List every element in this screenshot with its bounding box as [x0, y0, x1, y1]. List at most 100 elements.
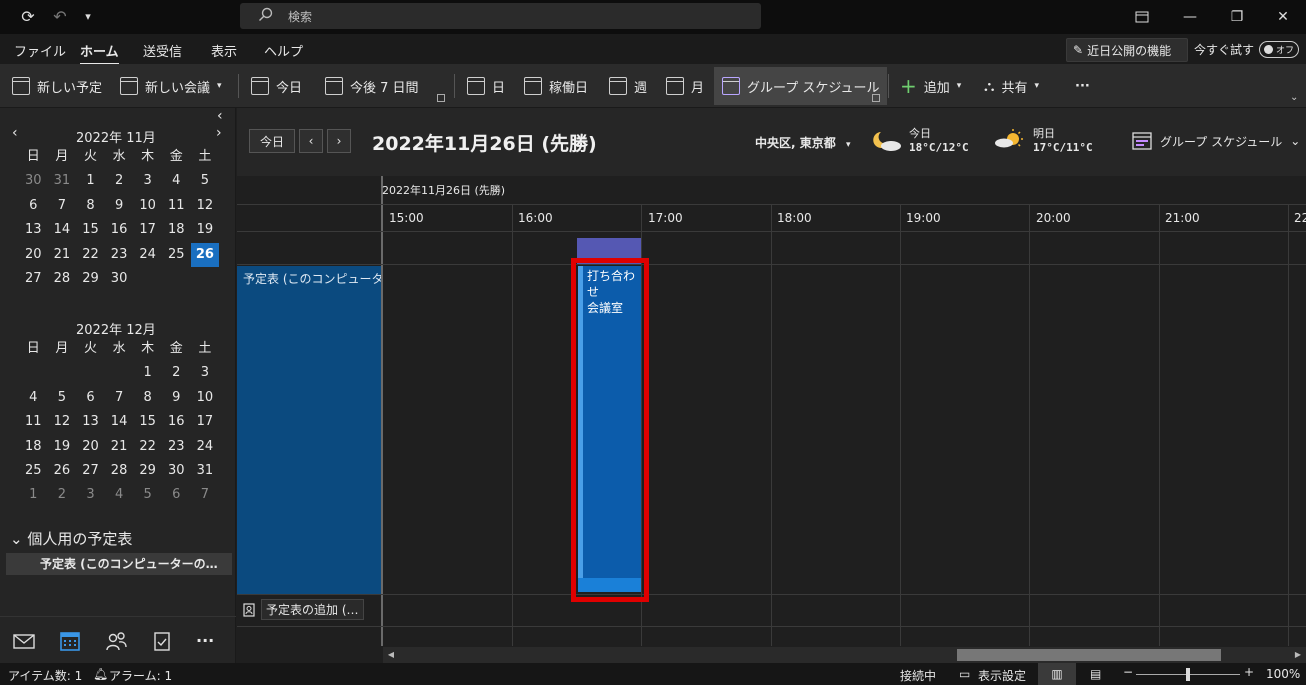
- workweek-view-button[interactable]: 稼働日: [524, 73, 588, 99]
- day-cell[interactable]: 3: [191, 361, 220, 385]
- day-cell[interactable]: 21: [48, 243, 77, 267]
- day-cell[interactable]: 30: [19, 169, 48, 193]
- coming-soon-button[interactable]: ✎ 近日公開の機能: [1066, 38, 1188, 62]
- minimize-button[interactable]: —: [1167, 0, 1213, 34]
- day-cell[interactable]: 23: [162, 435, 191, 459]
- zoom-level[interactable]: 100%: [1266, 667, 1300, 681]
- new-meeting-button[interactable]: 新しい会議 ▾: [120, 73, 222, 99]
- day-cell[interactable]: 27: [76, 459, 105, 483]
- today-view-button[interactable]: 今日: [251, 73, 302, 99]
- dialog-launcher-icon[interactable]: [437, 94, 445, 102]
- day-cell[interactable]: 2: [162, 361, 191, 385]
- day-cell[interactable]: 6: [76, 386, 105, 410]
- schedule-grid[interactable]: 2022年11月26日 (先勝) 15:00 16:00 17:00 18:00…: [237, 176, 1306, 646]
- day-cell[interactable]: 24: [133, 243, 162, 267]
- restore-button[interactable]: ❐: [1214, 0, 1260, 34]
- day-cell[interactable]: 12: [191, 194, 220, 218]
- day-cell[interactable]: 4: [105, 483, 134, 507]
- calendar-icon[interactable]: [58, 630, 82, 652]
- tab-view[interactable]: 表示: [211, 41, 237, 60]
- day-cell[interactable]: 22: [133, 435, 162, 459]
- day-cell[interactable]: 9: [162, 386, 191, 410]
- customize-toolbar-icon[interactable]: ▾: [78, 8, 98, 26]
- day-cell[interactable]: 7: [48, 194, 77, 218]
- day-cell[interactable]: 9: [105, 194, 134, 218]
- day-cell[interactable]: 2: [105, 169, 134, 193]
- day-cell[interactable]: 19: [191, 218, 220, 242]
- calendar-owner-row[interactable]: 予定表 (このコンピューター: [237, 266, 381, 594]
- day-cell[interactable]: 19: [48, 435, 77, 459]
- normal-view-icon[interactable]: ▥: [1038, 663, 1076, 685]
- week-view-button[interactable]: 週: [609, 73, 647, 99]
- day-cell[interactable]: 13: [76, 410, 105, 434]
- day-cell[interactable]: 15: [133, 410, 162, 434]
- day-cell[interactable]: 11: [162, 194, 191, 218]
- alarm-count[interactable]: アラーム: 1: [109, 667, 172, 684]
- day-cell[interactable]: 23: [105, 243, 134, 267]
- day-cell[interactable]: 21: [105, 435, 134, 459]
- try-now-toggle[interactable]: オフ: [1259, 41, 1299, 58]
- zoom-slider-thumb[interactable]: [1186, 668, 1190, 681]
- undo-icon[interactable]: ↶: [50, 8, 70, 26]
- day-cell[interactable]: 24: [191, 435, 220, 459]
- view-selector[interactable]: グループ スケジュール ⌄: [1132, 132, 1300, 150]
- day-cell[interactable]: 5: [133, 483, 162, 507]
- day-cell[interactable]: 7: [191, 483, 220, 507]
- new-appointment-button[interactable]: 新しい予定: [12, 73, 102, 99]
- day-cell[interactable]: 11: [19, 410, 48, 434]
- day-cell[interactable]: 14: [48, 218, 77, 242]
- day-cell[interactable]: 20: [76, 435, 105, 459]
- location-selector[interactable]: 中央区, 東京都 ▾: [755, 134, 850, 151]
- day-cell[interactable]: 7: [105, 386, 134, 410]
- next-month-icon[interactable]: ›: [216, 125, 222, 141]
- today-button[interactable]: 今日: [249, 129, 295, 153]
- day-cell[interactable]: 8: [133, 386, 162, 410]
- day-cell[interactable]: 18: [19, 435, 48, 459]
- folder-group-heading[interactable]: ⌄ 個人用の予定表: [10, 528, 132, 549]
- ribbon-display-icon[interactable]: [1119, 0, 1165, 34]
- mail-icon[interactable]: [12, 630, 36, 652]
- tab-help[interactable]: ヘルプ: [264, 41, 303, 60]
- day-cell[interactable]: 16: [105, 218, 134, 242]
- day-cell[interactable]: 3: [76, 483, 105, 507]
- day-cell[interactable]: 14: [105, 410, 134, 434]
- day-cell[interactable]: 20: [19, 243, 48, 267]
- close-button[interactable]: ✕: [1260, 0, 1306, 34]
- tasks-icon[interactable]: [150, 630, 174, 652]
- day-cell[interactable]: 10: [191, 386, 220, 410]
- weather-tomorrow[interactable]: 明日 17°C/11°C: [1033, 127, 1093, 155]
- day-cell[interactable]: 30: [105, 267, 134, 291]
- day-cell[interactable]: 28: [105, 459, 134, 483]
- day-cell[interactable]: 17: [191, 410, 220, 434]
- display-settings-button[interactable]: 表示設定: [978, 667, 1026, 684]
- share-button[interactable]: ⛬ 共有 ▾: [984, 73, 1039, 99]
- scroll-right-icon[interactable]: ▶: [1290, 647, 1306, 663]
- day-cell[interactable]: 29: [133, 459, 162, 483]
- more-modules-icon[interactable]: ···: [196, 631, 214, 650]
- day-cell[interactable]: 10: [133, 194, 162, 218]
- people-icon[interactable]: [104, 630, 128, 652]
- day-cell[interactable]: 26: [48, 459, 77, 483]
- weather-today[interactable]: 今日 18°C/12°C: [909, 127, 969, 155]
- zoom-out-icon[interactable]: −: [1123, 665, 1133, 679]
- day-cell[interactable]: 28: [48, 267, 77, 291]
- day-view-button[interactable]: 日: [467, 73, 505, 99]
- day-cell[interactable]: 31: [48, 169, 77, 193]
- dialog-launcher-icon[interactable]: [872, 94, 880, 102]
- scroll-left-icon[interactable]: ◀: [383, 647, 399, 663]
- day-cell[interactable]: 5: [48, 386, 77, 410]
- collapse-ribbon-icon[interactable]: ⌄: [1290, 92, 1298, 103]
- day-cell[interactable]: 4: [162, 169, 191, 193]
- day-cell[interactable]: 4: [19, 386, 48, 410]
- day-cell[interactable]: 2: [48, 483, 77, 507]
- day-cell[interactable]: 15: [76, 218, 105, 242]
- add-calendar-row[interactable]: 予定表の追加 (…: [243, 599, 364, 620]
- day-cell[interactable]: 1: [76, 169, 105, 193]
- day-cell[interactable]: 8: [76, 194, 105, 218]
- day-cell[interactable]: 18: [162, 218, 191, 242]
- next-7-days-button[interactable]: 今後 7 日間: [325, 73, 419, 99]
- day-cell[interactable]: 29: [76, 267, 105, 291]
- day-cell[interactable]: 25: [162, 243, 191, 267]
- day-cell[interactable]: 26: [190, 242, 220, 267]
- day-cell[interactable]: 17: [133, 218, 162, 242]
